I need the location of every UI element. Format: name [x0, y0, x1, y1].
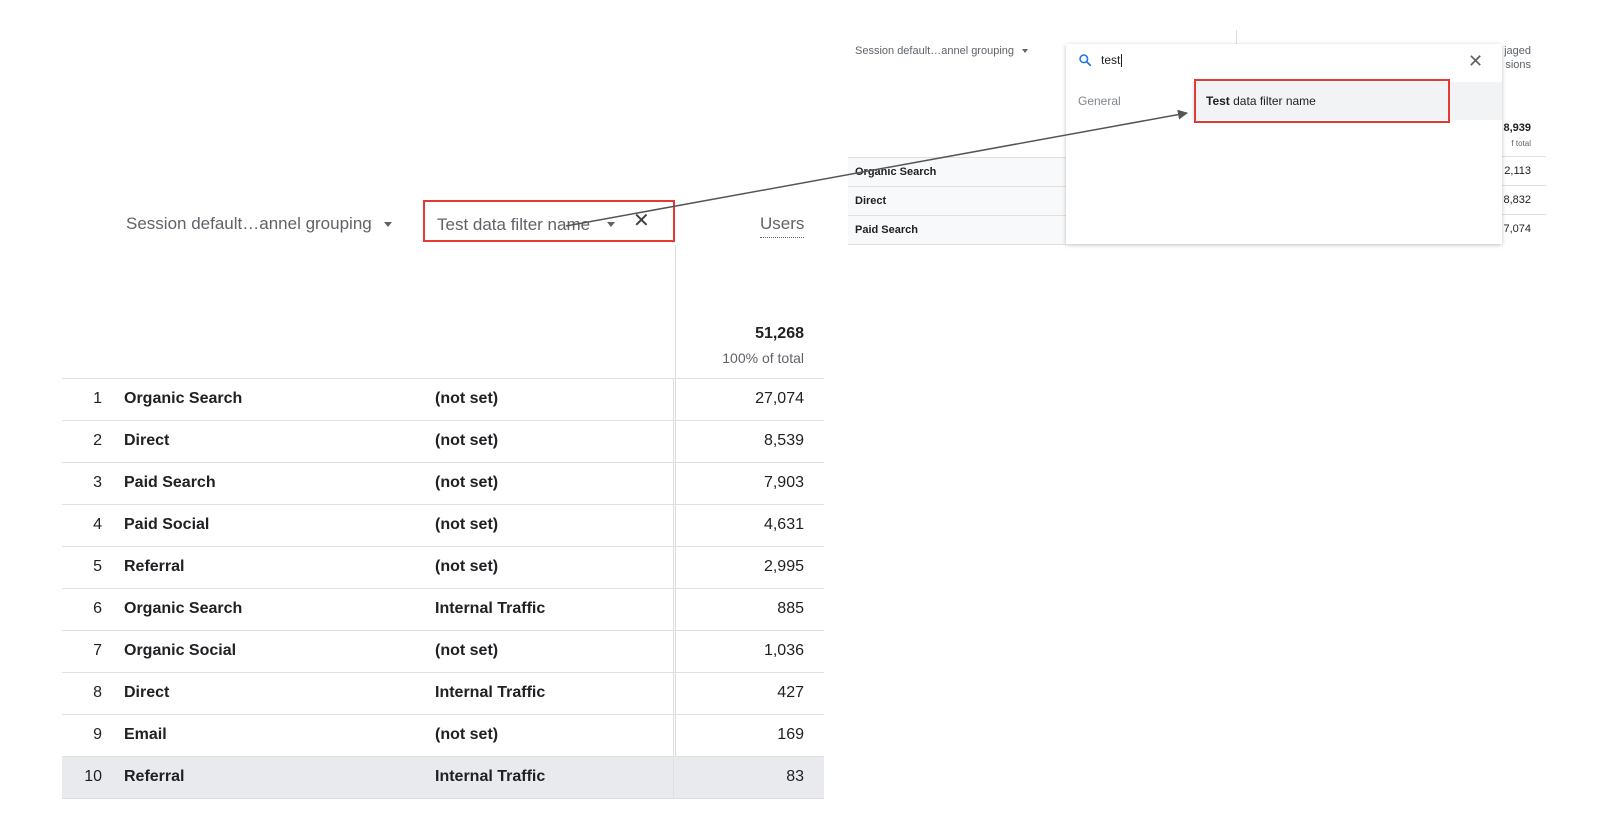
annotation-arrow	[565, 109, 1188, 227]
